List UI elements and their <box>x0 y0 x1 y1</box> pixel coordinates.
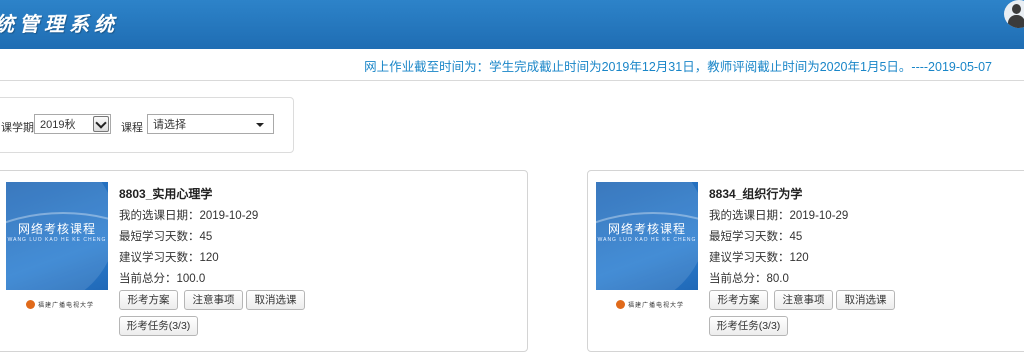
course-suggest-days: 建议学习天数：120 <box>119 252 219 264</box>
course-title: 8803_实用心理学 <box>119 187 213 201</box>
course-score: 当前总分：80.0 <box>709 273 789 285</box>
top-header: 统管理系统 <box>0 0 1024 49</box>
cancel-course-button[interactable]: 取消选课 <box>836 290 895 310</box>
cover-title: 网络考核课程 <box>17 222 96 236</box>
course-select-date: 我的选课日期：2019-10-29 <box>119 210 259 222</box>
notice-text: 网上作业截至时间为：学生完成截止时间为2019年12月31日，教师评阅截止时间为… <box>364 60 992 74</box>
notice-bar: 网上作业截至时间为：学生完成截止时间为2019年12月31日，教师评阅截止时间为… <box>0 49 1024 81</box>
course-cover-image: 网络考核课程 WANG LUO KAO HE KE CHENG 福建广播电视大学 <box>6 182 108 318</box>
cancel-course-button[interactable]: 取消选课 <box>246 290 305 310</box>
notes-button[interactable]: 注意事项 <box>774 290 833 310</box>
university-logo-icon <box>616 300 625 309</box>
course-min-days: 最短学习天数：45 <box>709 231 803 243</box>
course-select-value: 请选择 <box>153 119 186 131</box>
term-label: 课学期 <box>1 122 34 134</box>
term-select[interactable]: 2019秋 <box>34 114 111 134</box>
term-select-value: 2019秋 <box>40 119 76 131</box>
course-label: 课程 <box>121 122 143 134</box>
course-card: 网络考核课程 WANG LUO KAO HE KE CHENG 福建广播电视大学… <box>587 170 1024 352</box>
assessment-plan-button[interactable]: 形考方案 <box>119 290 178 310</box>
chevron-down-icon[interactable] <box>93 116 109 132</box>
course-cover-image: 网络考核课程 WANG LUO KAO HE KE CHENG 福建广播电视大学 <box>596 182 698 318</box>
user-avatar-icon[interactable] <box>1004 0 1024 28</box>
filter-panel: 课学期 2019秋 课程 请选择 <box>0 97 294 153</box>
dropdown-arrow-icon <box>256 123 264 127</box>
course-score: 当前总分：100.0 <box>119 273 206 285</box>
assessment-task-button[interactable]: 形考任务(3/3) <box>709 316 788 336</box>
course-suggest-days: 建议学习天数：120 <box>709 252 809 264</box>
cover-university: 福建广播电视大学 <box>628 303 685 309</box>
course-card: 网络考核课程 WANG LUO KAO HE KE CHENG 福建广播电视大学… <box>0 170 528 352</box>
cover-subtitle: WANG LUO KAO HE KE CHENG <box>7 237 107 243</box>
university-logo-icon <box>26 300 35 309</box>
course-select-date: 我的选课日期：2019-10-29 <box>709 210 849 222</box>
cover-university: 福建广播电视大学 <box>38 303 95 309</box>
course-min-days: 最短学习天数：45 <box>119 231 213 243</box>
assessment-task-button[interactable]: 形考任务(3/3) <box>119 316 198 336</box>
course-title: 8834_组织行为学 <box>709 187 803 201</box>
notes-button[interactable]: 注意事项 <box>184 290 243 310</box>
system-title: 统管理系统 <box>0 12 119 36</box>
assessment-plan-button[interactable]: 形考方案 <box>709 290 768 310</box>
course-select[interactable]: 请选择 <box>147 114 274 134</box>
cover-subtitle: WANG LUO KAO HE KE CHENG <box>597 237 697 243</box>
cover-title: 网络考核课程 <box>607 222 686 236</box>
